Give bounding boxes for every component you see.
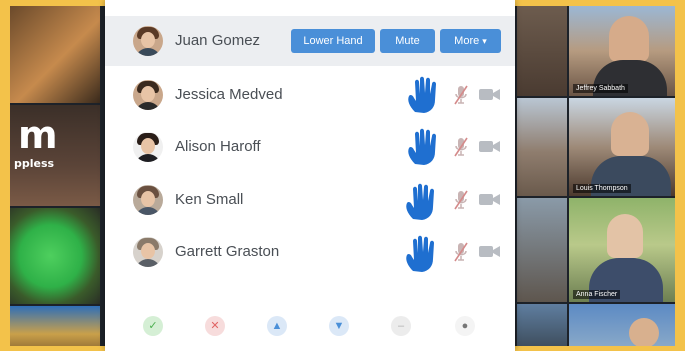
participant-row[interactable]: Ken Small [105,175,515,225]
thumbs-down-icon[interactable]: ▼ [329,316,349,336]
participant-name: Ken Small [175,191,244,208]
pin-icon[interactable]: ● [455,316,475,336]
avatar [133,80,163,110]
participant-row[interactable]: Alison Haroff [105,122,515,172]
video-tile[interactable]: Anna Fischer [569,198,675,302]
feedback-toolbar: ✓ ✕ ▲ ▼ – ● [105,300,515,351]
participants-panel: Juan Gomez Lower Hand Mute More ▾ Jessic… [105,0,515,351]
video-tile[interactable]: Louis Thompson [569,98,675,196]
raised-hand-icon [406,183,434,220]
company-name: ppless [14,157,55,170]
video-camera-icon[interactable] [479,245,501,258]
mic-off-icon[interactable] [453,136,469,158]
lower-hand-button[interactable]: Lower Hand [291,29,375,53]
avatar [133,26,163,56]
video-tile[interactable] [569,304,675,346]
avatar [133,237,163,267]
minus-icon[interactable]: – [391,316,411,336]
mic-off-icon[interactable] [453,84,469,106]
video-tile[interactable] [517,304,567,346]
participant-row[interactable]: Garrett Graston [105,227,515,277]
video-camera-icon[interactable] [479,193,501,206]
more-label: More [454,35,480,47]
participant-row[interactable]: Juan Gomez Lower Hand Mute More ▾ [105,16,515,66]
video-tile[interactable] [10,306,100,346]
participant-name-label: Jeffrey Sabbath [573,84,628,93]
raised-hand-icon [408,76,436,113]
participant-name: Jessica Medved [175,86,283,103]
participant-name-label: Louis Thompson [573,184,631,193]
video-tile[interactable] [10,208,100,304]
check-icon[interactable]: ✓ [143,316,163,336]
video-camera-icon[interactable] [479,140,501,153]
video-tile[interactable] [10,6,100,103]
participant-name: Garrett Graston [175,243,280,260]
participant-name-label: Anna Fischer [573,290,621,299]
mic-off-icon[interactable] [453,241,469,263]
close-icon[interactable]: ✕ [205,316,225,336]
raised-hand-icon [408,128,436,165]
raised-hand-icon [406,235,434,272]
video-tile[interactable]: m ppless [10,105,100,206]
video-tile[interactable] [517,198,567,302]
mute-button[interactable]: Mute [380,29,435,53]
more-button[interactable]: More ▾ [440,29,501,53]
avatar [133,185,163,215]
video-camera-icon[interactable] [479,88,501,101]
video-tile[interactable] [517,6,567,96]
mic-off-icon[interactable] [453,189,469,211]
thumbs-up-icon[interactable]: ▲ [267,316,287,336]
participant-name: Juan Gomez [175,32,261,49]
video-tile[interactable] [517,98,567,196]
video-tile[interactable]: Jeffrey Sabbath [569,6,675,96]
participant-row[interactable]: Jessica Medved [105,70,515,120]
participant-name: Alison Haroff [175,138,261,155]
chevron-down-icon: ▾ [482,36,487,46]
avatar [133,132,163,162]
company-logo: m [18,113,58,157]
